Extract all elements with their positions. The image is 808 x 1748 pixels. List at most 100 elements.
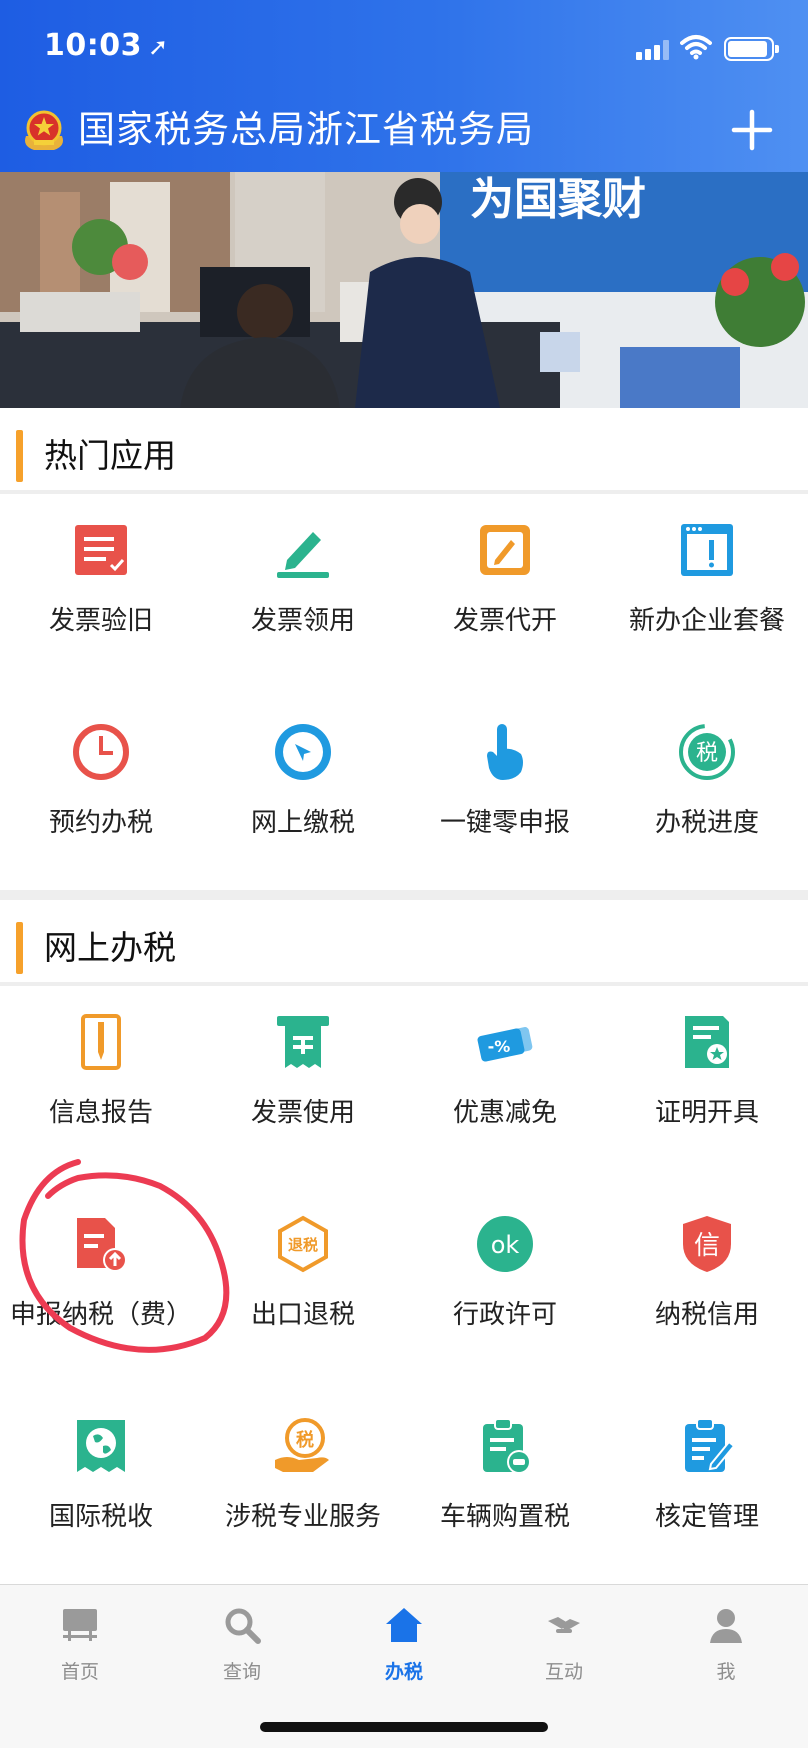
app-invoice-receive[interactable]: 发票领用 — [202, 494, 404, 696]
compass-icon — [275, 724, 331, 780]
app-certificate[interactable]: 证明开具 — [606, 986, 808, 1188]
app-label: 核定管理 — [654, 1502, 759, 1532]
app-new-enterprise[interactable]: 新办企业套餐 — [606, 494, 808, 696]
cellular-signal-icon — [636, 40, 672, 60]
ok-badge-icon: ok — [477, 1216, 533, 1272]
tab-home[interactable]: 首页 — [20, 1605, 140, 1705]
app-header: 10:03 ➚ 国家税务总局浙江省税务局 — [0, 0, 808, 172]
home-indicator — [260, 1722, 548, 1732]
app-label: 发票使用 — [250, 1098, 355, 1128]
receipt-icon — [277, 1016, 329, 1068]
app-invoice-agent[interactable]: 发票代开 — [404, 494, 606, 696]
app-assessment[interactable]: 核定管理 — [606, 1390, 808, 1592]
house-icon — [386, 1608, 422, 1642]
person-icon — [710, 1609, 742, 1643]
app-label: 一键零申报 — [439, 808, 570, 838]
icon-glyph: 退税 — [288, 1236, 318, 1254]
certificate-icon — [685, 1016, 729, 1068]
banner-sign-text: 为国聚财 — [470, 174, 646, 225]
battery-icon — [724, 37, 779, 61]
tab-label: 办税 — [384, 1661, 423, 1683]
app-label: 网上缴税 — [250, 808, 355, 838]
credit-shield-icon: 信 — [683, 1216, 731, 1272]
report-doc-icon — [81, 1014, 121, 1070]
add-button[interactable] — [726, 104, 778, 156]
billboard-icon — [63, 1609, 97, 1641]
wifi-icon — [680, 35, 712, 60]
app-label: 预约办税 — [48, 808, 153, 838]
app-appointment[interactable]: 预约办税 — [0, 696, 202, 898]
handshake-icon — [548, 1617, 580, 1633]
promo-banner[interactable]: 为国聚财 — [0, 172, 808, 408]
app-invoice-verify[interactable]: 发票验旧 — [0, 494, 202, 696]
online-tax-header: 网上办税 — [0, 900, 808, 986]
tab-label: 互动 — [544, 1661, 583, 1683]
edit-box-icon — [480, 525, 530, 575]
app-label: 信息报告 — [48, 1098, 153, 1128]
browser-window-icon — [681, 524, 733, 576]
banner-photo: 为国聚财 — [0, 172, 808, 408]
app-label: 申报纳税（费） — [9, 1300, 192, 1330]
app-zero-declare[interactable]: 一键零申报 — [404, 696, 606, 898]
app-international-tax[interactable]: 国际税收 — [0, 1390, 202, 1592]
app-label: 办税进度 — [654, 808, 759, 838]
icon-glyph: 税 — [696, 741, 718, 766]
tab-interact[interactable]: 互动 — [504, 1605, 624, 1705]
clock-text: 10:03 — [44, 28, 142, 63]
icon-glyph: 信 — [694, 1231, 720, 1261]
app-vehicle-tax[interactable]: 车辆购置税 — [404, 1390, 606, 1592]
clock-icon — [73, 724, 129, 780]
export-refund-icon: 退税 — [278, 1215, 328, 1273]
hot-apps-title: 热门应用 — [44, 436, 176, 475]
app-label: 国际税收 — [48, 1502, 153, 1532]
app-label: 纳税信用 — [654, 1300, 759, 1330]
section-accent-bar — [16, 430, 23, 482]
app-label: 证明开具 — [654, 1098, 759, 1128]
search-icon — [225, 1608, 261, 1644]
finger-tap-icon — [487, 724, 523, 780]
icon-glyph: 税 — [296, 1429, 314, 1451]
app-tax-declaration[interactable]: 申报纳税（费） — [0, 1188, 202, 1390]
app-label: 发票代开 — [452, 606, 557, 636]
tax-service-hand-icon: 税 — [275, 1418, 329, 1472]
app-label: 新办企业套餐 — [628, 606, 785, 636]
app-title: 国家税务总局浙江省税务局 — [78, 108, 534, 151]
app-label: 车辆购置税 — [439, 1502, 570, 1532]
app-professional-service[interactable]: 税 涉税专业服务 — [202, 1390, 404, 1592]
location-arrow-icon: ➚ — [148, 33, 169, 61]
tab-tax[interactable]: 办税 — [344, 1605, 464, 1705]
app-label: 优惠减免 — [452, 1098, 557, 1128]
app-export-refund[interactable]: 退税 出口退税 — [202, 1188, 404, 1390]
icon-glyph: -% — [488, 1037, 511, 1056]
app-tax-credit[interactable]: 信 纳税信用 — [606, 1188, 808, 1390]
app-admin-license[interactable]: ok 行政许可 — [404, 1188, 606, 1390]
declare-upload-icon — [77, 1218, 127, 1272]
online-tax-title: 网上办税 — [44, 928, 176, 967]
vehicle-tax-icon — [483, 1418, 531, 1474]
app-online-payment[interactable]: 网上缴税 — [202, 696, 404, 898]
pen-write-icon — [277, 532, 329, 578]
app-invoice-use[interactable]: 发票使用 — [202, 986, 404, 1188]
app-tax-progress[interactable]: 税 办税进度 — [606, 696, 808, 898]
tab-query[interactable]: 查询 — [182, 1605, 302, 1705]
tax-progress-icon: 税 — [679, 724, 735, 780]
hot-apps-header: 热门应用 — [0, 408, 808, 494]
discount-ticket-icon: -% — [477, 1027, 533, 1062]
tab-label: 我 — [716, 1661, 736, 1683]
globe-icon — [77, 1420, 125, 1472]
icon-glyph: ok — [491, 1231, 520, 1259]
status-time: 10:03 ➚ — [44, 28, 169, 63]
app-label: 发票验旧 — [48, 606, 153, 636]
app-tax-relief[interactable]: -% 优惠减免 — [404, 986, 606, 1188]
invoice-check-icon — [75, 525, 127, 575]
tab-me[interactable]: 我 — [666, 1605, 786, 1705]
section-divider — [0, 890, 808, 900]
app-label: 行政许可 — [452, 1300, 557, 1330]
tab-label: 查询 — [222, 1661, 261, 1683]
tab-label: 首页 — [60, 1661, 99, 1683]
app-label: 涉税专业服务 — [224, 1502, 381, 1532]
clipboard-edit-icon — [685, 1418, 736, 1472]
app-info-report[interactable]: 信息报告 — [0, 986, 202, 1188]
app-label: 发票领用 — [250, 606, 355, 636]
section-accent-bar — [16, 922, 23, 974]
